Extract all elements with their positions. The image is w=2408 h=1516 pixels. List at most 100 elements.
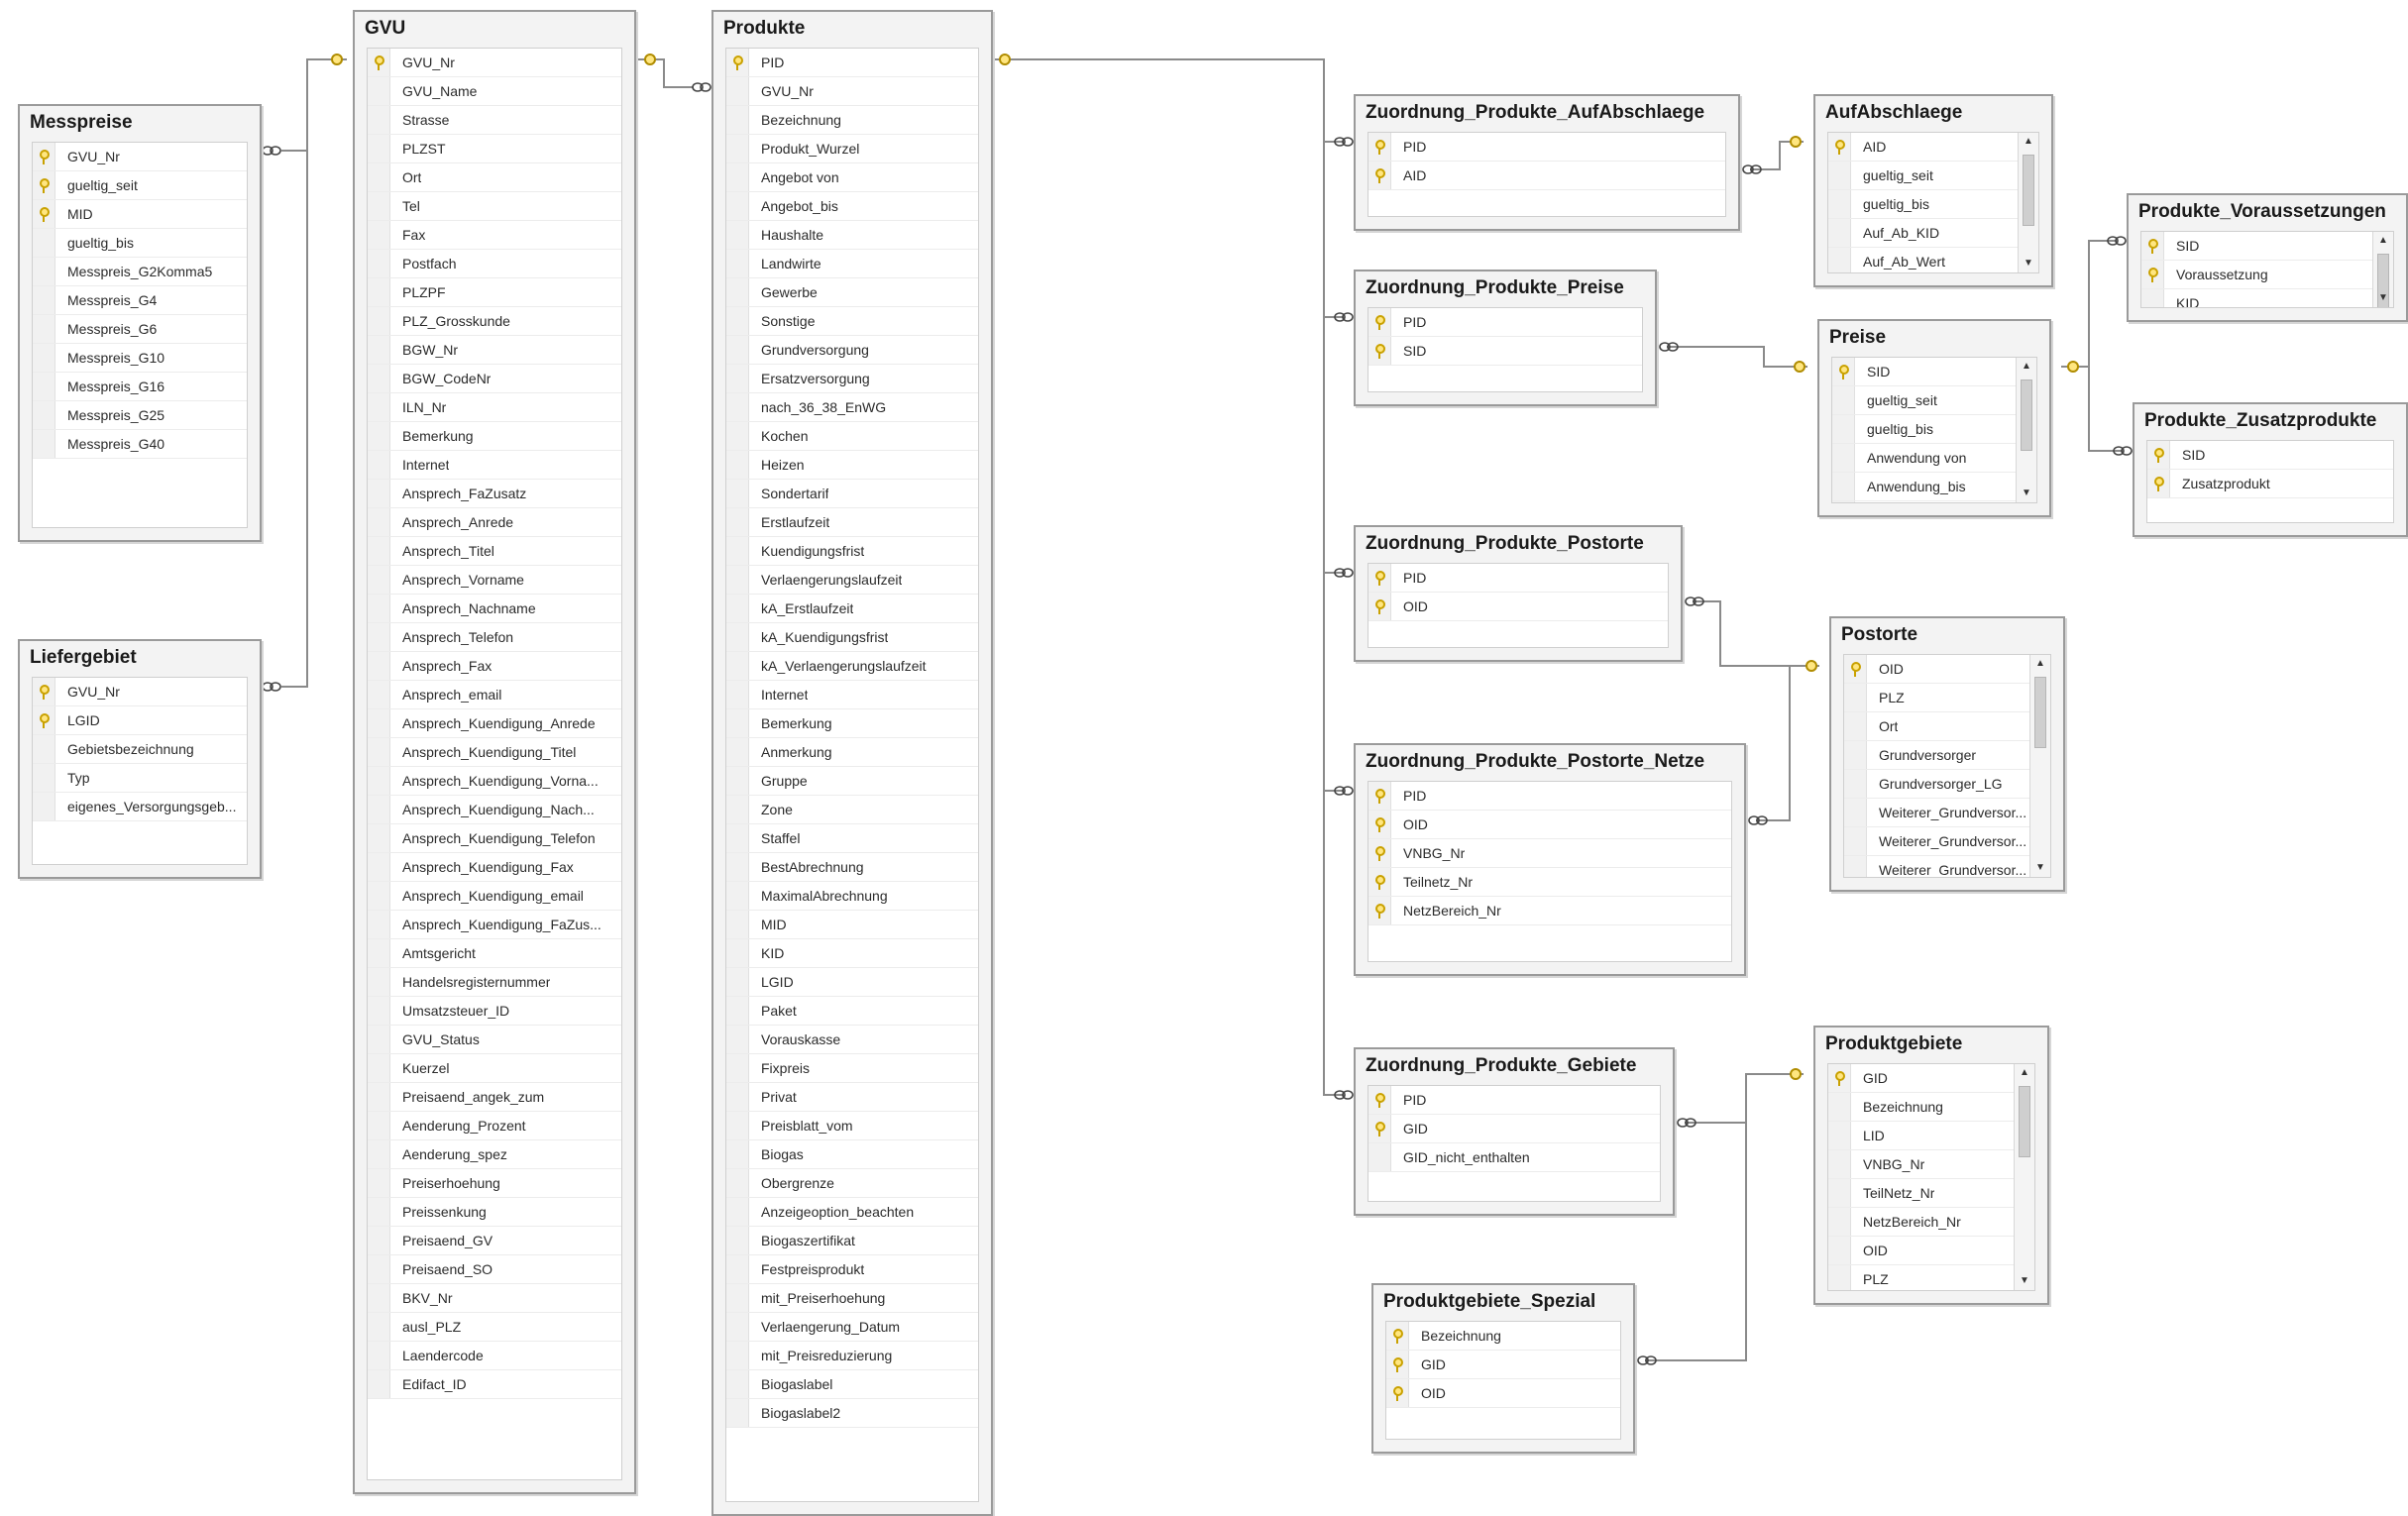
row-selector[interactable] xyxy=(726,796,749,823)
relationship-line[interactable] xyxy=(993,58,1344,1096)
row-selector[interactable] xyxy=(726,652,749,680)
column-row[interactable]: AID xyxy=(1368,162,1725,190)
column-row[interactable]: Ansprech_FaZusatz xyxy=(368,480,621,508)
scroll-thumb[interactable] xyxy=(2021,379,2032,451)
table-zuordnung-produkte-preise[interactable]: Zuordnung_Produkte_Preise PID SID xyxy=(1354,270,1657,406)
column-row[interactable]: Weiterer_Grundversor... xyxy=(1844,799,2030,827)
row-selector[interactable] xyxy=(726,451,749,479)
row-selector[interactable] xyxy=(33,258,55,285)
row-selector[interactable] xyxy=(368,1255,390,1283)
row-selector[interactable] xyxy=(368,652,390,680)
row-selector[interactable] xyxy=(726,939,749,967)
column-row[interactable]: Auf_Ab_Wert xyxy=(1828,248,2019,272)
column-row[interactable]: Messpreis_G6 xyxy=(33,315,247,344)
row-selector[interactable] xyxy=(726,882,749,910)
column-row[interactable]: Festpreisprodukt xyxy=(726,1255,978,1284)
row-selector[interactable] xyxy=(1844,712,1867,740)
row-selector[interactable] xyxy=(1368,811,1391,838)
column-row[interactable]: Ansprech_Fax xyxy=(368,652,621,681)
column-row[interactable]: Internet xyxy=(368,451,621,480)
column-row[interactable]: LID xyxy=(1828,1122,2015,1150)
row-selector[interactable] xyxy=(1832,444,1855,472)
column-row[interactable]: GVU_Name xyxy=(368,77,621,106)
row-selector[interactable] xyxy=(368,595,390,622)
column-row[interactable]: Ansprech_Kuendigung_Titel xyxy=(368,738,621,767)
row-selector[interactable] xyxy=(368,508,390,536)
column-row[interactable]: PID xyxy=(1368,133,1725,162)
column-row[interactable]: BKV_Nr xyxy=(368,1284,621,1313)
column-row[interactable]: SID xyxy=(2141,232,2373,261)
row-selector[interactable] xyxy=(33,143,55,170)
row-selector[interactable] xyxy=(726,278,749,306)
row-selector[interactable] xyxy=(726,163,749,191)
row-selector[interactable] xyxy=(726,824,749,852)
row-selector[interactable] xyxy=(1368,564,1391,592)
row-selector[interactable] xyxy=(33,315,55,343)
column-row[interactable]: Preisblatt_vom xyxy=(726,1112,978,1140)
row-selector[interactable] xyxy=(368,307,390,335)
row-selector[interactable] xyxy=(33,373,55,400)
column-row[interactable]: PID xyxy=(1368,308,1642,337)
column-row[interactable]: MaximalAbrechnung xyxy=(726,882,978,911)
column-row[interactable]: Sondertarif xyxy=(726,480,978,508)
column-row[interactable]: Sonstige xyxy=(726,307,978,336)
row-selector[interactable] xyxy=(368,1370,390,1398)
column-row[interactable]: PID xyxy=(726,49,978,77)
column-row[interactable]: gueltig_bis xyxy=(1832,415,2017,444)
column-row[interactable]: Obergrenze xyxy=(726,1169,978,1198)
row-selector[interactable] xyxy=(2141,289,2164,307)
column-row[interactable]: Ort xyxy=(1844,712,2030,741)
row-selector[interactable] xyxy=(726,135,749,162)
column-row[interactable]: Kuendigungsfrist xyxy=(726,537,978,566)
row-selector[interactable] xyxy=(33,706,55,734)
row-selector[interactable] xyxy=(368,709,390,737)
column-row[interactable]: Bezeichnung xyxy=(1828,1093,2015,1122)
row-selector[interactable] xyxy=(726,566,749,594)
row-selector[interactable] xyxy=(726,1198,749,1226)
relationship-line[interactable] xyxy=(1750,141,1804,170)
column-row[interactable]: GVU_Nr xyxy=(33,678,247,706)
scroll-up-arrow-icon[interactable]: ▲ xyxy=(2030,655,2050,673)
row-selector[interactable] xyxy=(726,221,749,249)
relationship-line[interactable] xyxy=(1667,346,1807,368)
scroll-up-arrow-icon[interactable]: ▲ xyxy=(2019,133,2038,151)
column-row[interactable]: Zone xyxy=(726,796,978,824)
row-selector[interactable] xyxy=(368,537,390,565)
column-row[interactable]: Ansprech_Kuendigung_FaZus... xyxy=(368,911,621,939)
row-selector[interactable] xyxy=(1368,839,1391,867)
column-row[interactable]: Vorauskasse xyxy=(726,1026,978,1054)
column-row[interactable]: Messpreis_G10 xyxy=(33,344,247,373)
column-row[interactable]: nach_36_38_EnWG xyxy=(726,393,978,422)
column-row[interactable]: Weiterer_Grundversor... xyxy=(1844,856,2030,877)
column-row[interactable]: OID xyxy=(1368,811,1731,839)
row-selector[interactable] xyxy=(726,709,749,737)
row-selector[interactable] xyxy=(368,911,390,938)
row-selector[interactable] xyxy=(726,1399,749,1427)
table-preise[interactable]: Preise SID gueltig_seit gueltig_bis Anwendun… xyxy=(1817,319,2051,517)
scrollbar[interactable]: ▲ ▼ xyxy=(2018,133,2038,272)
column-row[interactable]: GVU_Status xyxy=(368,1026,621,1054)
row-selector[interactable] xyxy=(368,1342,390,1369)
row-selector[interactable] xyxy=(1828,1208,1851,1236)
table-postorte[interactable]: Postorte OID PLZ Ort Grundversorger Grundvers… xyxy=(1829,616,2065,892)
column-row[interactable]: BGW_Nr xyxy=(368,336,621,365)
row-selector[interactable] xyxy=(368,997,390,1025)
row-selector[interactable] xyxy=(1828,190,1851,218)
table-zuordnung-produkte-aufabschlaege[interactable]: Zuordnung_Produkte_AufAbschlaege PID AID xyxy=(1354,94,1740,231)
table-produktgebiete[interactable]: Produktgebiete GID Bezeichnung LID VNBG_Nr Te… xyxy=(1813,1026,2049,1305)
column-row[interactable]: Paket xyxy=(726,997,978,1026)
row-selector[interactable] xyxy=(1386,1379,1409,1407)
relationship-line[interactable] xyxy=(281,151,308,688)
row-selector[interactable] xyxy=(368,393,390,421)
column-row[interactable]: gueltig_bis xyxy=(1828,190,2019,219)
row-selector[interactable] xyxy=(368,1284,390,1312)
column-row[interactable]: Umsatzsteuer_ID xyxy=(368,997,621,1026)
scroll-down-arrow-icon[interactable]: ▼ xyxy=(2019,255,2038,272)
column-row[interactable]: SID xyxy=(1368,337,1642,366)
column-row[interactable]: Auf_Ab_KID xyxy=(1828,219,2019,248)
column-row[interactable]: KID xyxy=(726,939,978,968)
column-row[interactable]: Ansprech_Anrede xyxy=(368,508,621,537)
row-selector[interactable] xyxy=(368,365,390,392)
column-row[interactable]: Messpreis_G16 xyxy=(33,373,247,401)
row-selector[interactable] xyxy=(726,1140,749,1168)
